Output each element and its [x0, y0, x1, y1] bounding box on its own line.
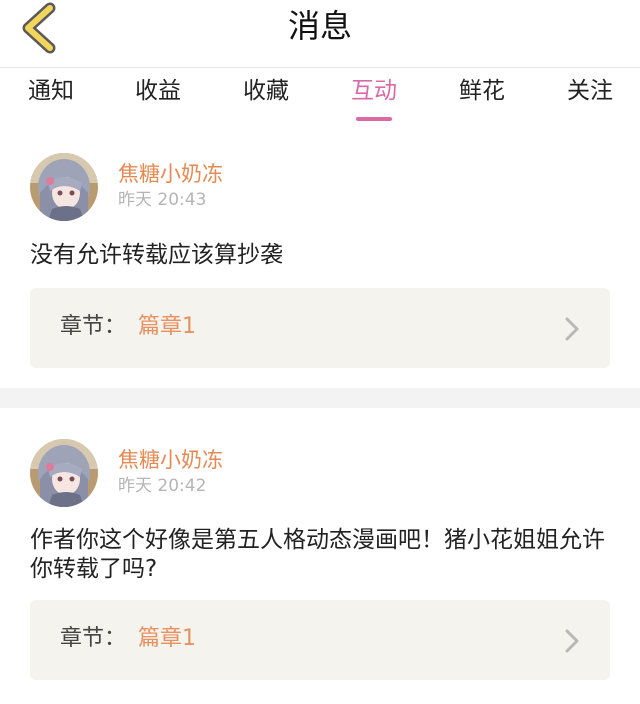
- tab-bar: 通知 收益 收藏 互动 鲜花 关注: [0, 69, 640, 121]
- chevron-right-icon: [565, 629, 579, 653]
- chevron-right-icon: [565, 317, 579, 341]
- comment-text: 作者你这个好像是第五人格动态漫画吧！猪小花姐姐允许你转载了吗?: [30, 527, 605, 582]
- comment-text: 没有允许转载应该算抄袭: [30, 242, 283, 268]
- page-title: 消息: [287, 7, 352, 45]
- chapter-link[interactable]: 章节： 篇章1: [30, 288, 610, 368]
- tab-flowers[interactable]: 鲜花: [442, 75, 522, 107]
- header-bar: 消息: [0, 0, 640, 68]
- card-separator: [0, 388, 640, 408]
- user-avatar-icon: [30, 439, 98, 507]
- avatar[interactable]: [30, 153, 98, 221]
- timestamp: 昨天 20:43: [118, 190, 207, 210]
- timestamp: 昨天 20:42: [118, 476, 207, 496]
- tab-interaction[interactable]: 互动: [334, 75, 414, 121]
- tab-favorites[interactable]: 收藏: [226, 75, 306, 107]
- username[interactable]: 焦糖小奶冻: [118, 446, 223, 474]
- tab-notice[interactable]: 通知: [11, 75, 91, 107]
- tab-interaction-label: 互动: [351, 78, 397, 104]
- message-card: 焦糖小奶冻 昨天 20:42 作者你这个好像是第五人格动态漫画吧！猪小花姐姐允许…: [0, 408, 640, 704]
- chapter-prefix: 章节：: [60, 626, 127, 651]
- chapter-name: 篇章1: [138, 314, 196, 339]
- chapter-prefix: 章节：: [60, 314, 127, 339]
- username[interactable]: 焦糖小奶冻: [118, 160, 223, 188]
- chapter-link[interactable]: 章节： 篇章1: [30, 600, 610, 680]
- message-card: 焦糖小奶冻 昨天 20:43 没有允许转载应该算抄袭 章节： 篇章1: [0, 122, 640, 388]
- chapter-name: 篇章1: [138, 626, 196, 651]
- active-tab-indicator: [356, 117, 392, 121]
- tab-following[interactable]: 关注: [550, 75, 630, 107]
- avatar[interactable]: [30, 439, 98, 507]
- user-avatar-icon: [30, 153, 98, 221]
- tab-earnings[interactable]: 收益: [118, 75, 198, 107]
